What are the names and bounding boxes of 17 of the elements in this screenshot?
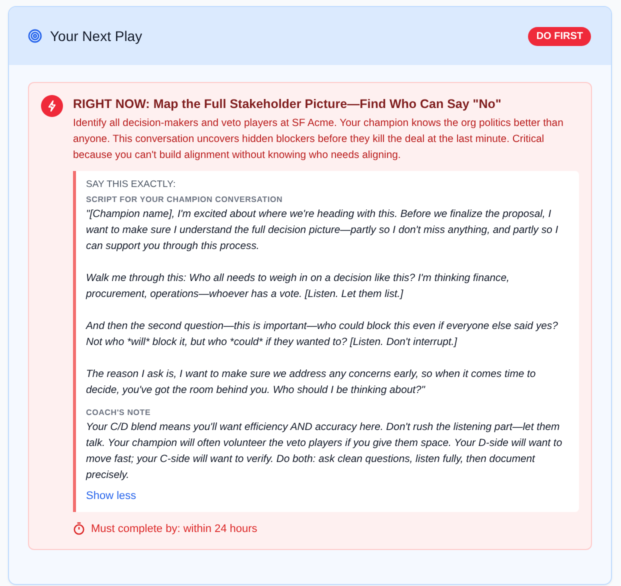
priority-badge: DO FIRST	[528, 26, 591, 46]
script-paragraph: And then the second question—this is important—who could block this even if everyone else said yes? Not who *will* block it, but who *could* if they wanted to? [Listen. Don't interrupt.]	[86, 320, 559, 350]
deadline-text: Must complete by: within 24 hours	[91, 522, 258, 534]
script-heading: SAY THIS EXACTLY:	[86, 179, 177, 190]
panel-title: Your Next Play	[50, 28, 142, 44]
script-subheading: SCRIPT FOR YOUR CHAMPION CONVERSATION	[86, 195, 284, 204]
show-less-link[interactable]: Show less	[86, 490, 136, 502]
script-paragraph: Walk me through this: Who all needs to weigh in on a decision like this? I'm thinking finance, procurement, operations—whoever has a vote. [Listen. Let them list.]	[86, 272, 510, 302]
note-heading: COACH'S NOTE	[86, 408, 152, 417]
coach-note: Your C/D blend means you'll want efficiency AND accuracy here. Don't rush the listening part—let them talk. Your champion will often volunteer the veto players if you give them space. Your D-side will want to move fast; your C-side will want to verify. Do both: ask clean questions, listen fully, then document precisely.	[86, 421, 564, 483]
play-description: Identify all decision-makers and veto players at SF Acme. Your champion knows the org politics better than anyone. This conversation uncovers hidden blockers before they kill the deal at the last minute. Critical because you can't build alignment without knowing who needs aligning.	[73, 117, 564, 163]
stopwatch-icon	[73, 522, 85, 535]
lightning-icon	[41, 95, 63, 117]
play-title: RIGHT NOW: Map the Full Stakeholder Picture—Find Who Can Say "No"	[73, 97, 502, 111]
script-paragraph: "[Champion name], I'm excited about where we're heading with this. Before we finalize the proposal, I want to make sure I understand the full decision picture—partly so I don't miss anything, and partly so I can support you through this process.	[86, 208, 560, 254]
target-icon	[28, 29, 42, 43]
script-paragraph: The reason I ask is, I want to make sure we address any concerns early, so when it comes time to decide, you've got the room behind you. Who should I be thinking about?"	[86, 368, 537, 398]
